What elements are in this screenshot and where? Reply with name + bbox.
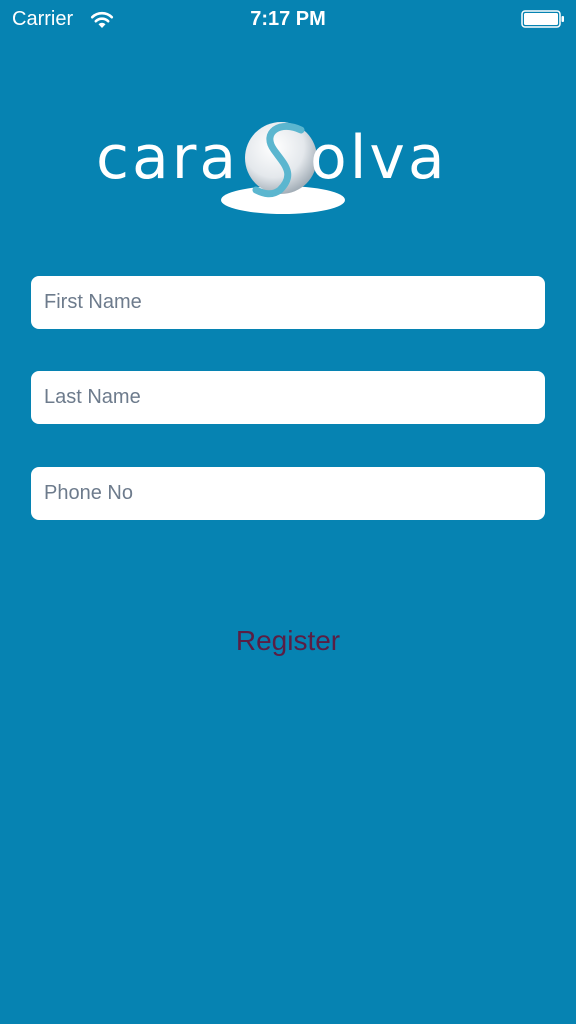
last-name-field[interactable] [31,371,545,424]
status-bar: Carrier 7:17 PM [0,0,576,40]
register-button[interactable]: Register [188,624,388,658]
logo-text-left: cara [96,123,239,193]
clock-time: 7:17 PM [250,8,326,30]
phone-number-field[interactable] [31,467,545,520]
first-name-field[interactable] [31,276,545,329]
logo-text-right: olva [310,123,448,193]
carasolva-logo: cara olva [96,122,448,214]
battery-icon [521,10,564,28]
